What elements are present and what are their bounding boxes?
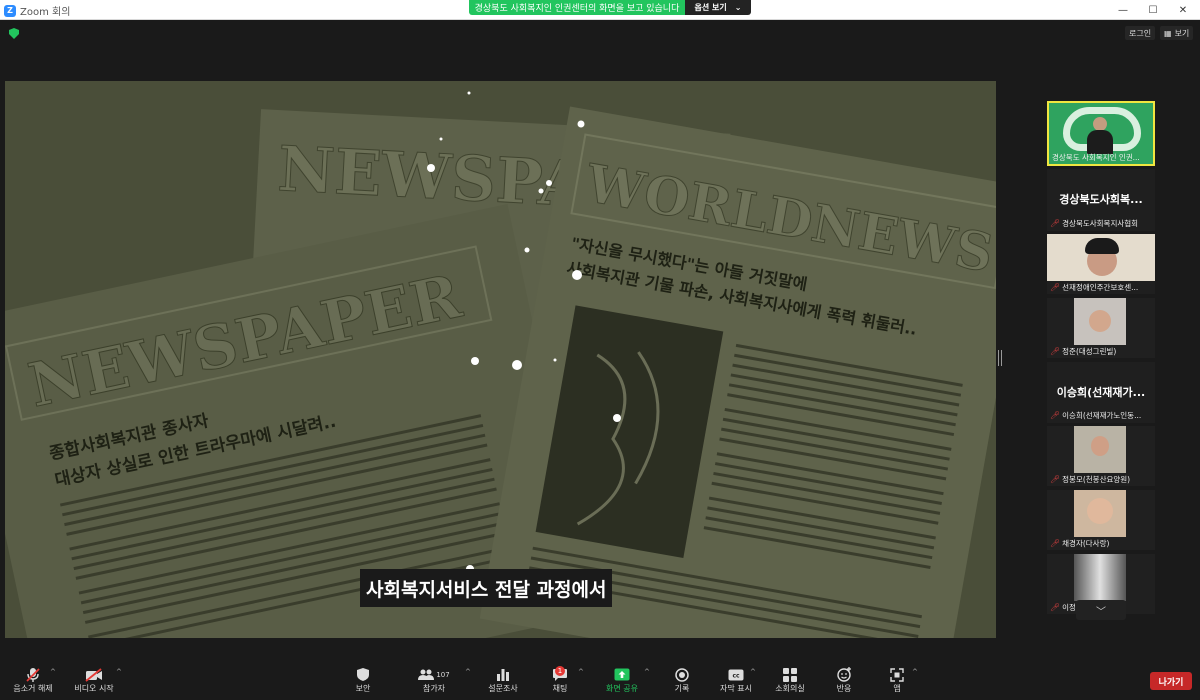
participant-face <box>1091 436 1109 456</box>
view-button[interactable]: ▦ 보기 <box>1160 26 1194 40</box>
app-title: Zoom 회의 <box>20 7 71 18</box>
polls-button[interactable]: 설문조사 <box>484 662 522 698</box>
share-banner-text: 경상북도 사회복지인 인권센터의 화면을 보고 있습니다 <box>474 4 680 14</box>
share-screen-button[interactable]: 화면 공유 <box>600 662 644 698</box>
muted-mic-icon: 🎤︎ <box>1050 539 1061 548</box>
minimize-button[interactable]: — <box>1108 0 1138 20</box>
speaker-face <box>1093 117 1107 131</box>
share-screen-label: 화면 공유 <box>606 684 638 693</box>
close-window-button[interactable]: ✕ <box>1168 0 1198 20</box>
shared-screen-canvas: NEWSPA NEWSPAPER 종합사회복지관 종사자 대상자 상실로 인한 … <box>5 81 996 638</box>
view-label: 보기 <box>1174 28 1190 38</box>
chat-label: 채팅 <box>552 684 568 693</box>
participant-video-tile[interactable]: 🎤︎ 정봉모(천봉산요양원) <box>1047 426 1155 486</box>
audio-options-caret-icon[interactable]: ^ <box>50 668 56 676</box>
caption-options-caret-icon[interactable]: ^ <box>750 668 756 676</box>
breakout-rooms-label: 소회의실 <box>775 684 805 693</box>
muted-mic-icon: 🎤︎ <box>1050 603 1061 612</box>
apps-label: 앱 <box>893 684 901 693</box>
muted-mic-icon: 🎤︎ <box>1050 283 1061 292</box>
record-icon <box>672 666 692 683</box>
caption-subtitle: 사회복지서비스 전달 과정에서 <box>360 569 613 607</box>
muted-mic-icon <box>23 666 43 683</box>
apps-icon <box>887 666 907 683</box>
share-options-caret-icon[interactable]: ^ <box>644 668 650 676</box>
chevron-down-icon: ⌄ <box>734 3 742 12</box>
zoom-logo-icon: Z <box>4 4 16 17</box>
security-button[interactable]: 보안 <box>345 662 381 698</box>
login-label: 로그인 <box>1129 28 1152 38</box>
participants-button[interactable]: 107 참가자 <box>416 662 452 698</box>
active-speaker-tile[interactable]: 경상북도 사회복지인 인권... <box>1047 101 1155 166</box>
bar-chart-icon <box>493 666 513 683</box>
participant-video-tile[interactable]: 🎤︎ 채경자(다사랑) <box>1047 490 1155 550</box>
shared-screen[interactable]: NEWSPA NEWSPAPER 종합사회복지관 종사자 대상자 상실로 인한 … <box>5 81 996 638</box>
share-banner: 경상북도 사회복지인 인권센터의 화면을 보고 있습니다 <box>469 0 685 15</box>
panel-splitter-handle[interactable] <box>998 350 1002 366</box>
participants-options-caret-icon[interactable]: ^ <box>465 668 471 676</box>
unmute-label: 음소거 해제 <box>13 684 53 693</box>
participants-count: 107 <box>436 670 450 679</box>
meeting-toolbar: 음소거 해제 ^ 비디오 시작 ^ 보안 107 참가자 ^ 설문조사 1 채팅 <box>0 660 1200 700</box>
maximize-button[interactable]: ☐ <box>1138 0 1168 20</box>
participant-face <box>1089 310 1111 332</box>
breakout-rooms-button[interactable]: 소회의실 <box>770 662 810 698</box>
participant-video-tile[interactable]: 🎤︎ 정준(대성그린빌) <box>1047 298 1155 358</box>
chevron-down-icon: ﹀ <box>1096 606 1106 618</box>
scroll-down-button[interactable]: ﹀ <box>1076 600 1126 620</box>
closed-caption-icon: cc <box>726 666 746 683</box>
participant-name: 경상북도 사회복지인 인권... <box>1052 153 1140 162</box>
start-video-button[interactable]: 비디오 시작 <box>70 662 118 698</box>
participants-label: 참가자 <box>422 684 446 693</box>
participants-icon <box>418 669 435 680</box>
leave-meeting-button[interactable]: 나가기 <box>1150 672 1192 690</box>
muted-mic-icon: 🎤︎ <box>1050 347 1061 356</box>
chat-unread-badge: 1 <box>555 666 565 676</box>
breakout-rooms-icon <box>780 666 800 683</box>
share-screen-icon <box>612 666 632 683</box>
right-newspaper: WORLDNEWS "자신을 무시했다"는 아들 거짓말에 사회복지관 기물 파… <box>479 106 996 638</box>
grid-view-icon: ▦ <box>1164 28 1172 38</box>
closed-caption-label: 자막 표시 <box>720 684 752 693</box>
reactions-button[interactable]: 반응 <box>828 662 860 698</box>
polls-label: 설문조사 <box>488 684 518 693</box>
muted-mic-icon: 🎤︎ <box>1050 410 1061 420</box>
reactions-label: 반응 <box>836 684 852 693</box>
chat-button[interactable]: 1 채팅 <box>544 662 576 698</box>
apps-options-caret-icon[interactable]: ^ <box>912 668 918 676</box>
svg-text:cc: cc <box>732 672 740 679</box>
participant-label: 🎤︎ 경상북도사회복지사협회 <box>1047 215 1155 231</box>
video-off-icon <box>84 666 104 683</box>
apps-button[interactable]: 앱 <box>884 662 910 698</box>
muted-mic-icon: 🎤︎ <box>1050 218 1061 228</box>
view-options-label: 옵션 보기 <box>694 3 727 12</box>
video-options-caret-icon[interactable]: ^ <box>116 668 122 676</box>
muted-mic-icon: 🎤︎ <box>1050 475 1061 484</box>
record-label: 기록 <box>674 684 690 693</box>
participant-label: 🎤︎ 이승희(선재재가노인동... <box>1047 407 1155 423</box>
view-options-button[interactable]: 옵션 보기 ⌄ <box>685 0 751 15</box>
app-title-area: Z Zoom 회의 <box>4 3 70 18</box>
record-button[interactable]: 기록 <box>666 662 698 698</box>
chat-options-caret-icon[interactable]: ^ <box>578 668 584 676</box>
participant-video-tile[interactable]: 🎤︎ 선재정애인주간보호센... <box>1047 234 1155 294</box>
meeting-area: 로그인 ▦ 보기 NEWSPA NEWSPAPER 종합사회복지관 종사자 대상… <box>0 20 1200 660</box>
shield-icon <box>353 666 373 683</box>
login-button[interactable]: 로그인 <box>1125 26 1156 40</box>
start-video-label: 비디오 시작 <box>74 684 114 693</box>
encryption-shield-icon[interactable] <box>9 28 19 39</box>
security-label: 보안 <box>355 684 371 693</box>
smiley-add-icon <box>834 666 854 683</box>
participant-face <box>1087 498 1113 524</box>
